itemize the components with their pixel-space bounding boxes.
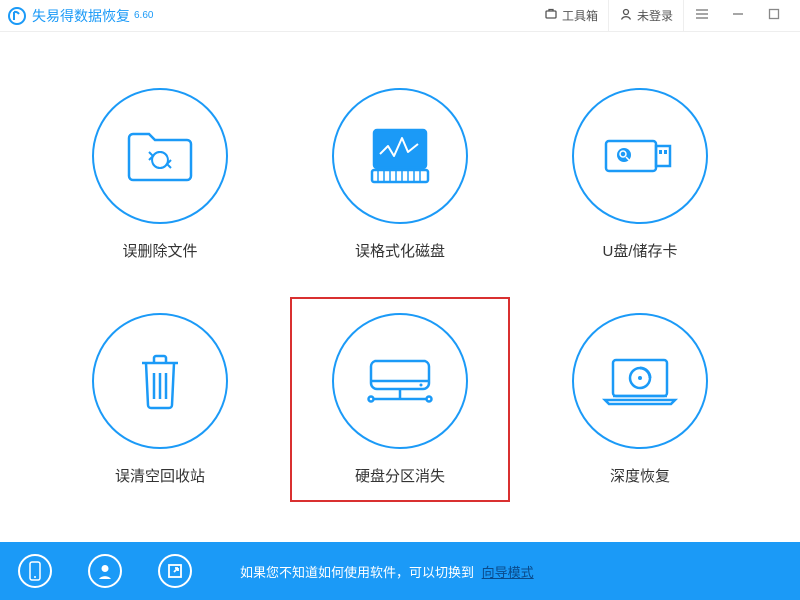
phone-icon <box>18 554 52 588</box>
bottom-bar: 如果您不知道如何使用软件，可以切换到 向导模式 <box>0 542 800 600</box>
toolbox-button[interactable]: 工具箱 <box>534 0 609 32</box>
option-label: 深度恢复 <box>610 465 670 486</box>
recovery-options-grid: 误删除文件 误格式化磁盘 <box>0 32 800 542</box>
footer-hint-text: 如果您不知道如何使用软件，可以切换到 <box>240 565 474 580</box>
export-icon <box>158 554 192 588</box>
bottom-export-button[interactable] <box>140 542 210 600</box>
option-deep-recovery[interactable]: 深度恢复 <box>520 287 760 512</box>
option-formatted-disk[interactable]: 误格式化磁盘 <box>280 62 520 287</box>
maximize-icon <box>768 7 780 25</box>
footer-hint: 如果您不知道如何使用软件，可以切换到 向导模式 <box>210 562 534 581</box>
maximize-button[interactable] <box>756 0 792 32</box>
toolbox-icon <box>544 7 558 24</box>
option-label: 硬盘分区消失 <box>355 465 445 486</box>
app-logo-icon <box>8 7 26 25</box>
option-deleted-files[interactable]: 误删除文件 <box>40 62 280 287</box>
option-usb-card[interactable]: U盘/储存卡 <box>520 62 760 287</box>
option-label: 误清空回收站 <box>115 465 205 486</box>
option-label: U盘/储存卡 <box>602 240 677 261</box>
laptop-scan-icon <box>572 313 708 449</box>
minimize-button[interactable] <box>720 0 756 32</box>
option-label: 误格式化磁盘 <box>355 240 445 261</box>
login-button[interactable]: 未登录 <box>609 0 684 32</box>
folder-recycle-icon <box>92 88 228 224</box>
titlebar: 失易得数据恢复 6.60 工具箱 未登录 <box>0 0 800 32</box>
bottom-user-button[interactable] <box>70 542 140 600</box>
option-label: 误删除文件 <box>122 240 197 261</box>
app-version: 6.60 <box>134 10 153 21</box>
wizard-mode-link[interactable]: 向导模式 <box>482 565 534 580</box>
option-lost-partition[interactable]: 硬盘分区消失 <box>280 287 520 512</box>
usb-search-icon <box>572 88 708 224</box>
bottom-phone-button[interactable] <box>0 542 70 600</box>
app-title: 失易得数据恢复 <box>32 6 130 26</box>
option-recycle-bin[interactable]: 误清空回收站 <box>40 287 280 512</box>
person-icon <box>88 554 122 588</box>
toolbox-label: 工具箱 <box>562 7 598 24</box>
hard-drive-icon <box>332 313 468 449</box>
login-label: 未登录 <box>637 7 673 24</box>
menu-icon <box>695 7 709 25</box>
trash-icon <box>92 313 228 449</box>
minimize-icon <box>732 7 744 25</box>
disk-monitor-icon <box>332 88 468 224</box>
menu-button[interactable] <box>684 0 720 32</box>
user-icon <box>619 7 633 24</box>
